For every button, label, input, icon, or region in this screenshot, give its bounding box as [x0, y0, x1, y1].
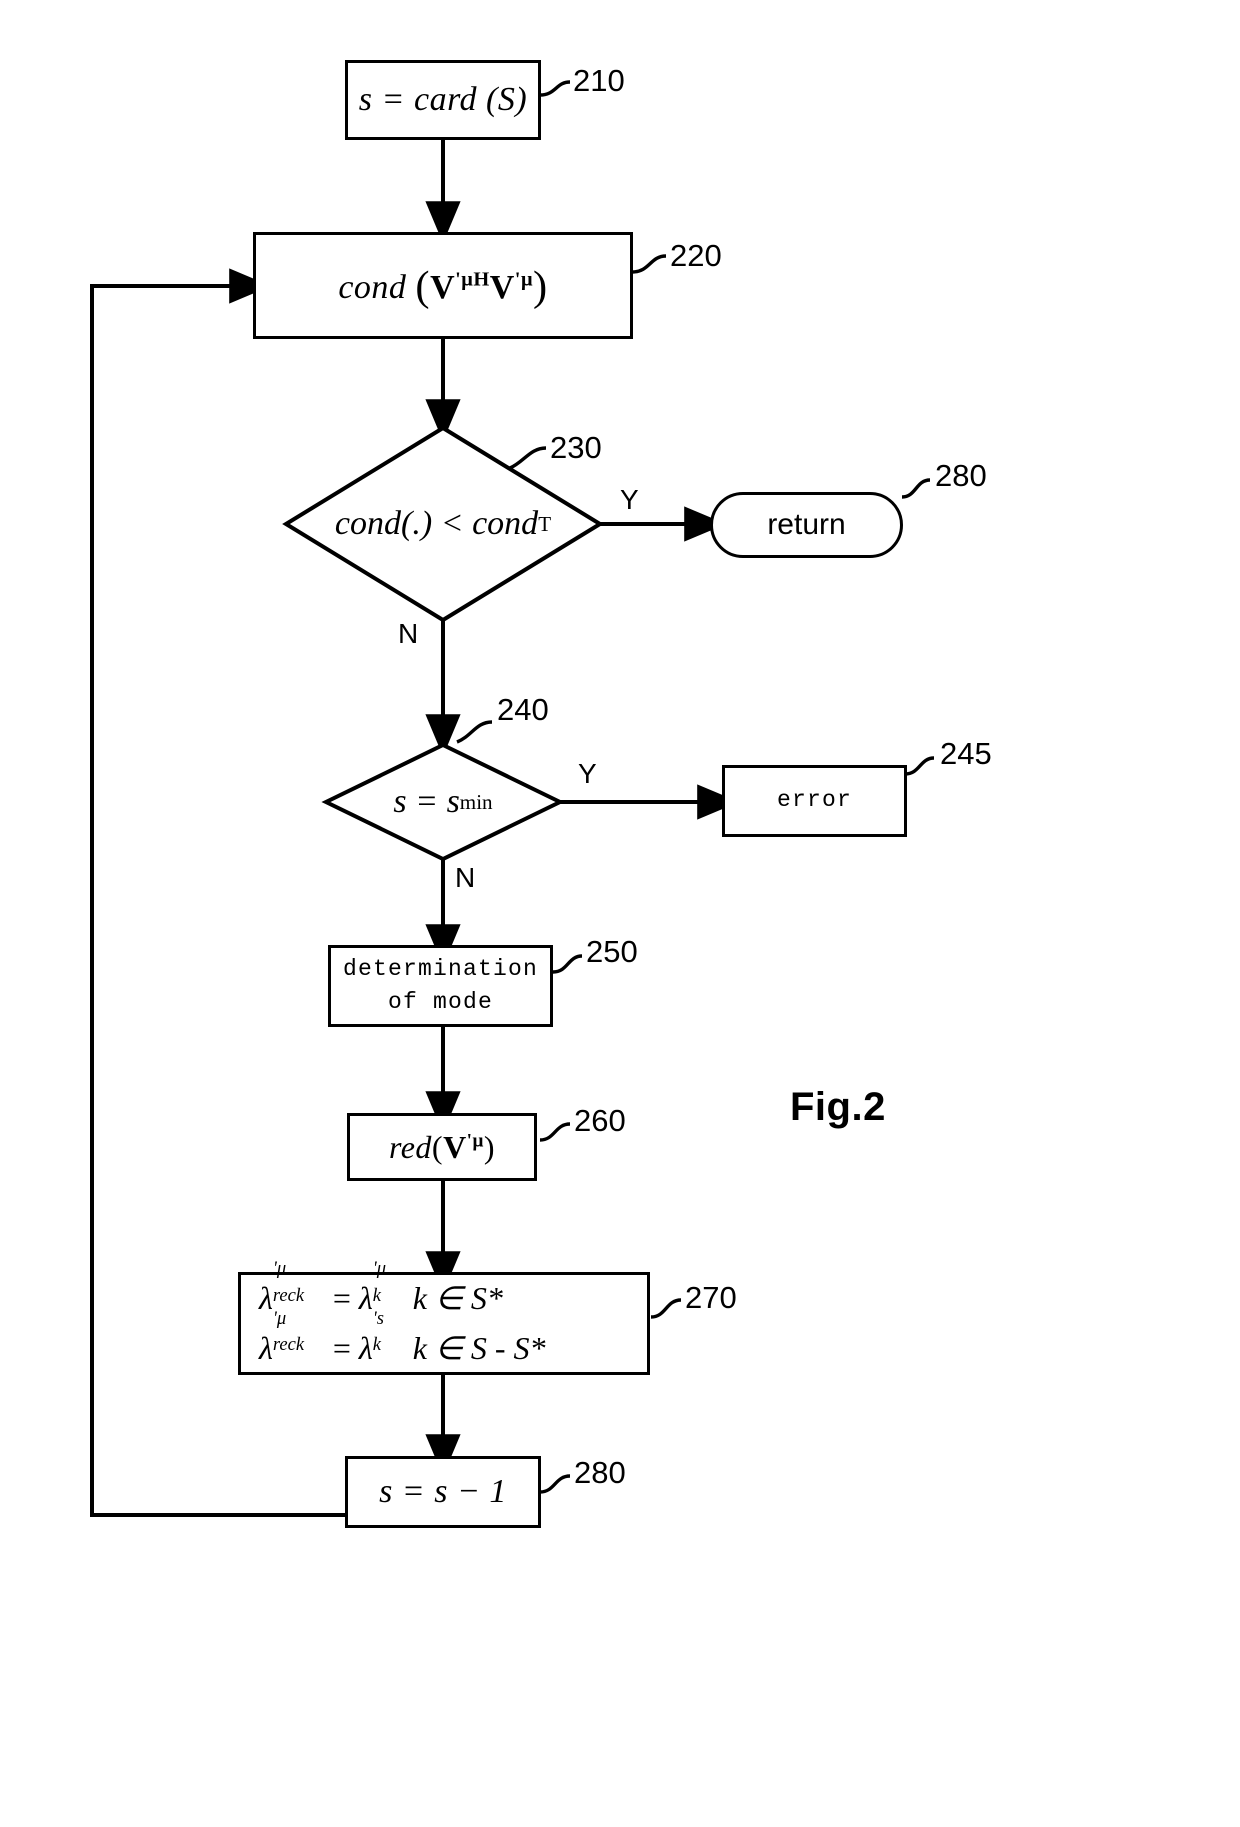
node-210-label: s = card (S): [358, 81, 528, 119]
ref-210: 210: [573, 63, 625, 98]
node-270-equations: λ'μ reck = λ'μ k k ∈ S* λ'μ reck = λ's k k ∈…: [241, 1257, 546, 1373]
node-260-red[interactable]: red(V'μ): [347, 1113, 537, 1181]
node-250-determination[interactable]: determination of mode: [328, 945, 553, 1027]
node-240-subscript: min: [459, 789, 493, 814]
ref-280-decrement: 280: [574, 1455, 626, 1490]
node-270-lambda[interactable]: λ'μ reck = λ'μ k k ∈ S* λ'μ reck = λ's k k ∈…: [238, 1257, 650, 1375]
ref-240: 240: [497, 692, 549, 727]
ref-250: 250: [586, 934, 638, 969]
node-240-decision[interactable]: s = s min: [326, 745, 560, 859]
figure-canvas: s = card (S) 210 cond (V'μHV'μ) 220 cond…: [0, 0, 1240, 1827]
figure-label: Fig.2: [790, 1085, 886, 1129]
ref-270: 270: [685, 1280, 737, 1315]
node-220-label: cond (V'μHV'μ): [338, 263, 548, 311]
node-250-line2: of mode: [387, 989, 494, 1015]
ref-220: 220: [670, 238, 722, 273]
node-230-subscript: T: [538, 511, 552, 536]
node-280-return[interactable]: return: [710, 492, 903, 558]
branch-230-no: N: [398, 618, 419, 649]
node-240-label: s = s min: [393, 783, 493, 820]
ref-280-return: 280: [935, 458, 987, 493]
node-220-cond[interactable]: cond (V'μHV'μ): [253, 232, 633, 339]
ref-245: 245: [940, 736, 992, 771]
branch-240-yes: Y: [578, 758, 597, 789]
node-245-label: error: [776, 787, 852, 814]
node-210-card[interactable]: s = card (S): [345, 60, 541, 140]
node-250-line1: determination: [342, 955, 539, 982]
ref-230: 230: [550, 430, 602, 465]
node-280-return-label: return: [767, 508, 846, 541]
node-245-error[interactable]: error: [722, 765, 907, 837]
node-280-decrement-label: s = s − 1: [379, 1473, 507, 1511]
node-280-decrement[interactable]: s = s − 1: [345, 1456, 541, 1528]
ref-260: 260: [574, 1103, 626, 1138]
branch-240-no: N: [455, 862, 476, 893]
node-260-label: red(V'μ): [388, 1128, 496, 1165]
node-270-row1: λ'μ reck = λ'μ k k ∈ S*: [259, 1257, 503, 1316]
branch-230-yes: Y: [620, 484, 639, 515]
node-270-row2: λ'μ reck = λ's k k ∈ S - S*: [259, 1307, 546, 1366]
